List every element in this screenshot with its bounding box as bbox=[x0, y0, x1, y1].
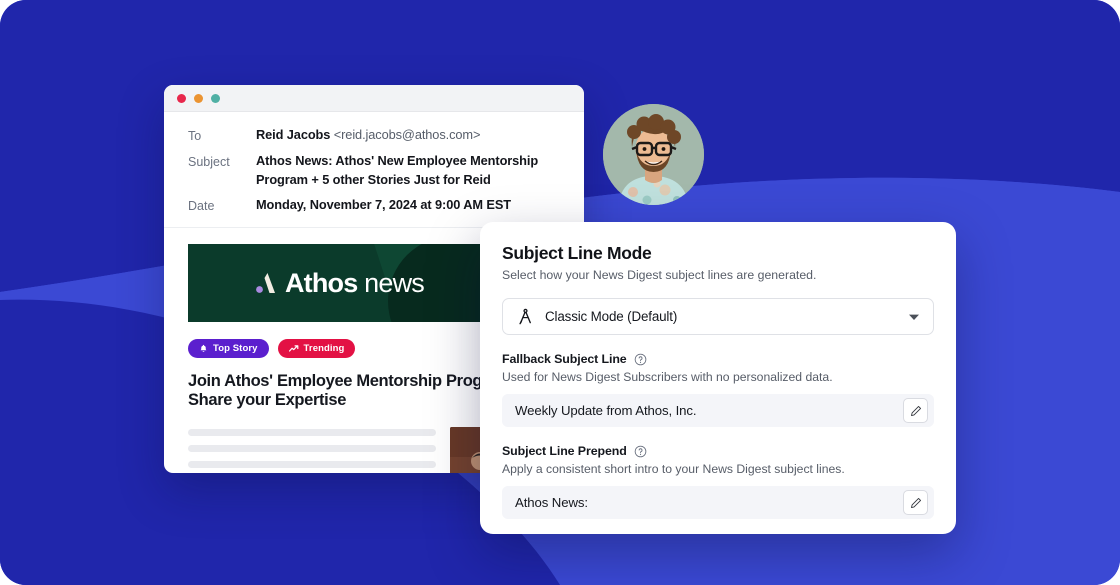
compass-icon bbox=[517, 308, 534, 325]
skeleton-line bbox=[188, 429, 436, 436]
subject-line-prepend-description: Apply a consistent short intro to your N… bbox=[502, 462, 845, 476]
window-titlebar bbox=[164, 85, 584, 112]
email-field-date: Date Monday, November 7, 2024 at 9:00 AM… bbox=[188, 196, 566, 215]
email-header: To Reid Jacobs <reid.jacobs@athos.com> S… bbox=[164, 112, 584, 228]
minimize-window-button[interactable] bbox=[194, 93, 203, 103]
email-field-date-label: Date bbox=[188, 199, 215, 213]
recipient-name: Reid Jacobs bbox=[256, 127, 331, 142]
help-circle-icon[interactable] bbox=[634, 445, 647, 458]
chevron-down-icon[interactable] bbox=[908, 308, 920, 326]
email-field-to-label: To bbox=[188, 129, 202, 143]
subject-line-mode-value: Classic Mode (Default) bbox=[545, 309, 678, 324]
stage: To Reid Jacobs <reid.jacobs@athos.com> S… bbox=[0, 0, 1120, 585]
help-circle-icon[interactable] bbox=[634, 353, 647, 366]
badge-trending[interactable]: Trending bbox=[277, 339, 356, 358]
athos-mark-icon bbox=[256, 273, 275, 293]
subject-line-prepend-field: Subject Line Prepend Apply a consistent … bbox=[502, 444, 934, 519]
badge-trending-label: Trending bbox=[303, 343, 345, 354]
email-field-to-value: Reid Jacobs <reid.jacobs@athos.com> bbox=[256, 126, 480, 145]
email-field-subject-label: Subject bbox=[188, 155, 230, 169]
fallback-subject-line-edit-button[interactable] bbox=[903, 398, 928, 423]
skeleton-line bbox=[188, 461, 436, 468]
email-field-date-value: Monday, November 7, 2024 at 9:00 AM EST bbox=[256, 197, 511, 212]
subject-line-prepend-label: Subject Line Prepend bbox=[502, 444, 627, 458]
athos-logo-text: Athos news bbox=[284, 267, 425, 298]
recipient-email: <reid.jacobs@athos.com> bbox=[333, 127, 481, 142]
subject-line-prepend-value: Athos News: bbox=[515, 495, 588, 510]
email-field-subject-value: Athos News: Athos' New Employee Mentorsh… bbox=[256, 153, 539, 187]
athos-logo-bold: Athos bbox=[284, 267, 358, 298]
pencil-icon bbox=[910, 497, 921, 508]
athos-logo: Athos news bbox=[252, 267, 425, 298]
teaser-skeleton-lines bbox=[188, 427, 436, 473]
close-window-button[interactable] bbox=[177, 93, 186, 103]
avatar bbox=[603, 104, 704, 205]
bell-icon bbox=[200, 344, 207, 352]
badge-top-story[interactable]: Top Story bbox=[188, 339, 269, 358]
email-field-to: To Reid Jacobs <reid.jacobs@athos.com> bbox=[188, 126, 566, 145]
fallback-subject-line-input-row[interactable]: Weekly Update from Athos, Inc. bbox=[502, 394, 934, 427]
subject-line-prepend-header: Subject Line Prepend bbox=[502, 444, 934, 458]
fallback-subject-line-header: Fallback Subject Line bbox=[502, 352, 934, 366]
email-field-subject: Subject Athos News: Athos' New Employee … bbox=[188, 152, 566, 189]
avatar-image bbox=[603, 104, 704, 205]
trend-up-icon bbox=[288, 345, 298, 352]
skeleton-line bbox=[188, 445, 436, 452]
panel-subtitle: Select how your News Digest subject line… bbox=[502, 268, 817, 282]
athos-logo-light: news bbox=[364, 267, 425, 298]
subject-line-mode-panel: Subject Line Mode Select how your News D… bbox=[480, 222, 956, 534]
fallback-subject-line-value: Weekly Update from Athos, Inc. bbox=[515, 403, 697, 418]
badge-top-story-label: Top Story bbox=[213, 343, 258, 354]
fallback-subject-line-description: Used for News Digest Subscribers with no… bbox=[502, 370, 833, 384]
athos-news-banner: Athos news bbox=[188, 244, 488, 322]
maximize-window-button[interactable] bbox=[211, 93, 220, 103]
subject-line-prepend-input-row[interactable]: Athos News: bbox=[502, 486, 934, 519]
panel-title: Subject Line Mode bbox=[502, 243, 652, 263]
subject-line-prepend-edit-button[interactable] bbox=[903, 490, 928, 515]
pencil-icon bbox=[910, 405, 921, 416]
fallback-subject-line-label: Fallback Subject Line bbox=[502, 352, 627, 366]
subject-line-mode-select[interactable]: Classic Mode (Default) bbox=[502, 298, 934, 335]
fallback-subject-line-field: Fallback Subject Line Used for News Dige… bbox=[502, 352, 934, 427]
